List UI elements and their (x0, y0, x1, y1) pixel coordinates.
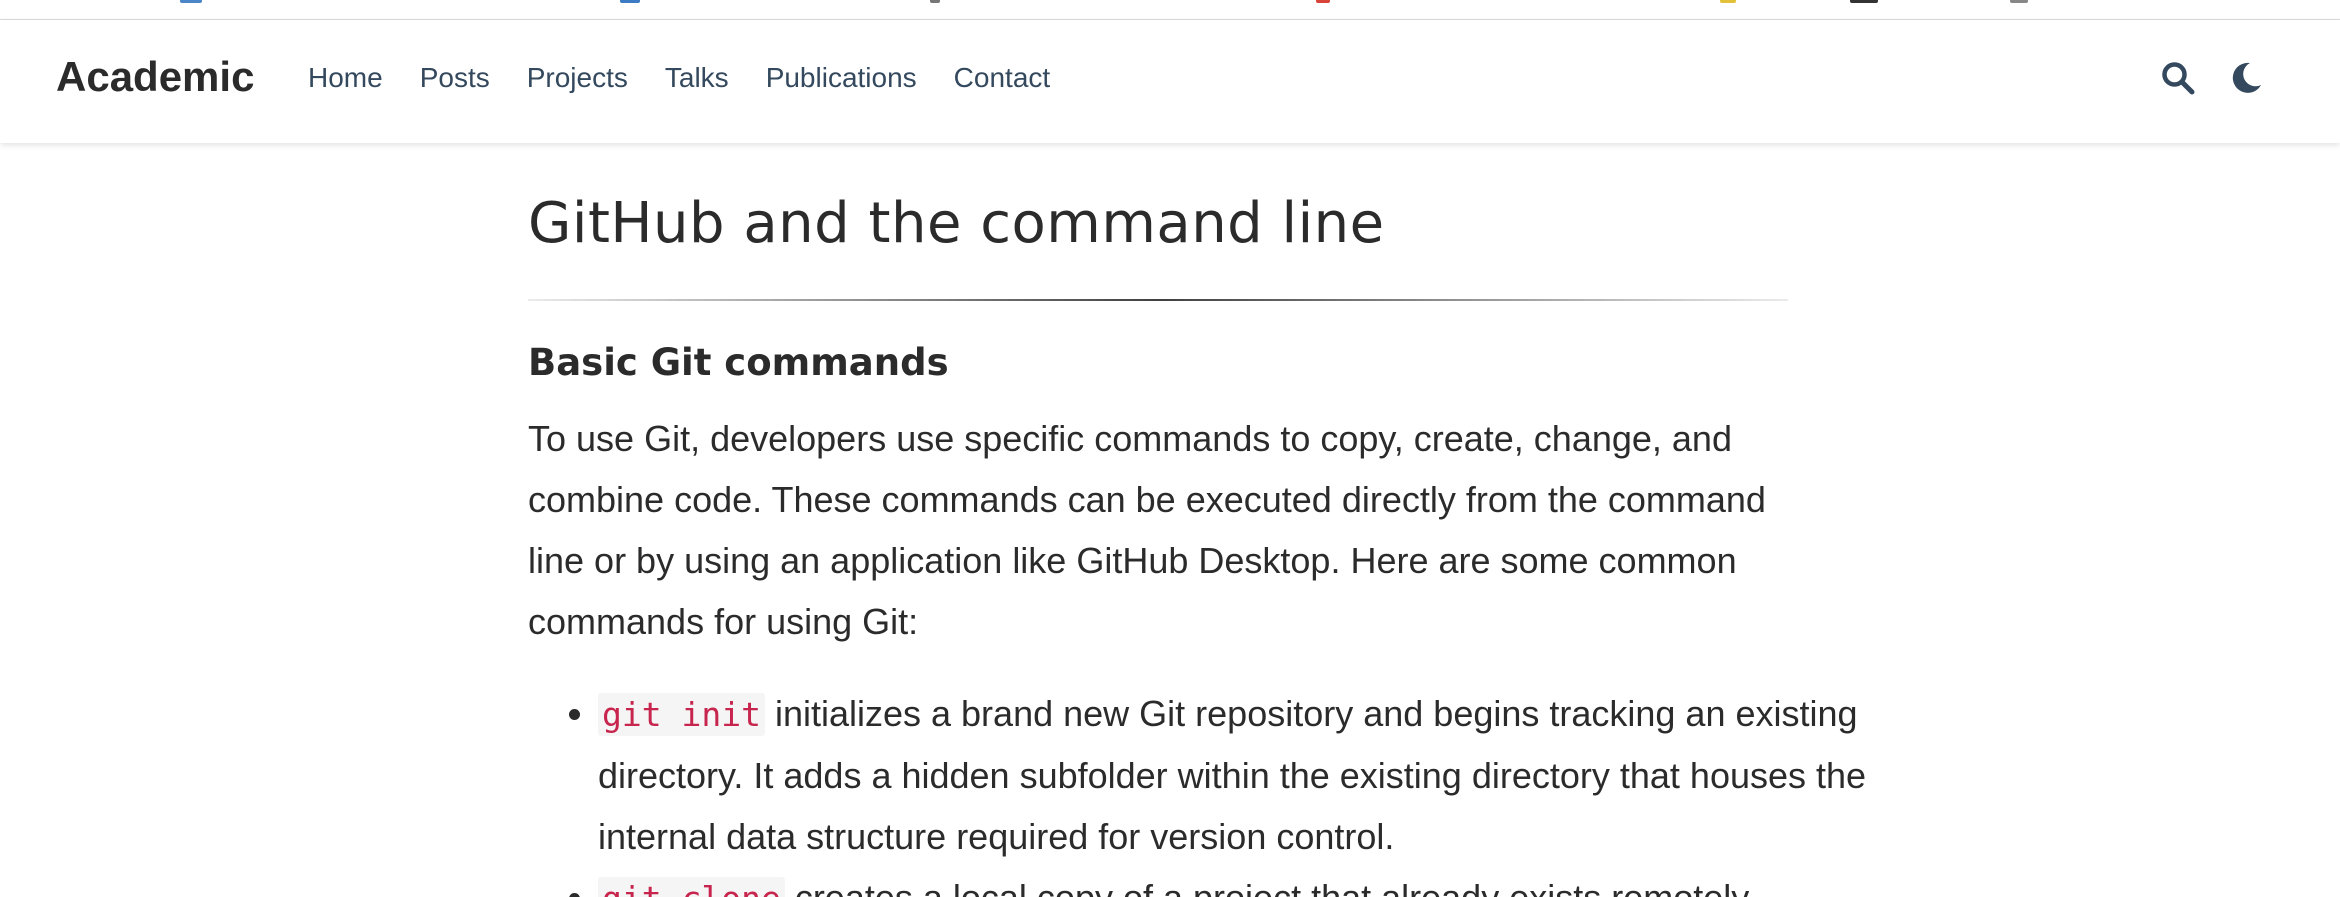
site-brand[interactable]: Academic (56, 56, 254, 98)
search-icon[interactable] (2160, 60, 2196, 96)
bookmark-fragment[interactable] (1850, 0, 1878, 3)
bookmark-fragment[interactable] (1720, 0, 1736, 3)
site-navbar: Academic Home Posts Projects Talks Publi… (0, 20, 2340, 143)
nav-link-projects[interactable]: Projects (527, 64, 628, 92)
nav-menu: Home Posts Projects Talks Publications C… (308, 64, 1087, 92)
list-item: git init initializes a brand new Git rep… (598, 683, 1868, 867)
bookmarks-bar (0, 0, 2340, 20)
bookmark-fragment[interactable] (930, 0, 940, 3)
moon-icon[interactable] (2228, 60, 2264, 96)
bookmark-fragment[interactable] (1316, 0, 1330, 3)
nav-link-publications[interactable]: Publications (766, 64, 917, 92)
inline-code: git init (598, 693, 765, 736)
nav-link-home[interactable]: Home (308, 64, 383, 92)
inline-code: git clone (598, 877, 785, 897)
browser-page: Academic Home Posts Projects Talks Publi… (0, 0, 2340, 897)
subsection-title: Basic Git commands (528, 341, 949, 384)
list-item-text: creates a local copy of a project that a… (785, 877, 1757, 897)
list-item: git clone creates a local copy of a proj… (598, 867, 1868, 897)
section-divider (528, 299, 1788, 301)
bookmark-fragment[interactable] (2010, 0, 2028, 3)
bookmark-fragment[interactable] (620, 0, 640, 3)
nav-icons (2160, 60, 2264, 96)
nav-link-talks[interactable]: Talks (665, 64, 729, 92)
nav-link-posts[interactable]: Posts (420, 64, 490, 92)
intro-paragraph: To use Git, developers use specific comm… (528, 418, 1766, 642)
section-title: GitHub and the command line (528, 191, 1385, 256)
bookmark-fragment[interactable] (180, 0, 202, 3)
nav-link-contact[interactable]: Contact (954, 64, 1051, 92)
git-commands-list: git init initializes a brand new Git rep… (528, 683, 1868, 897)
list-item-text: initializes a brand new Git repository a… (598, 693, 1867, 857)
